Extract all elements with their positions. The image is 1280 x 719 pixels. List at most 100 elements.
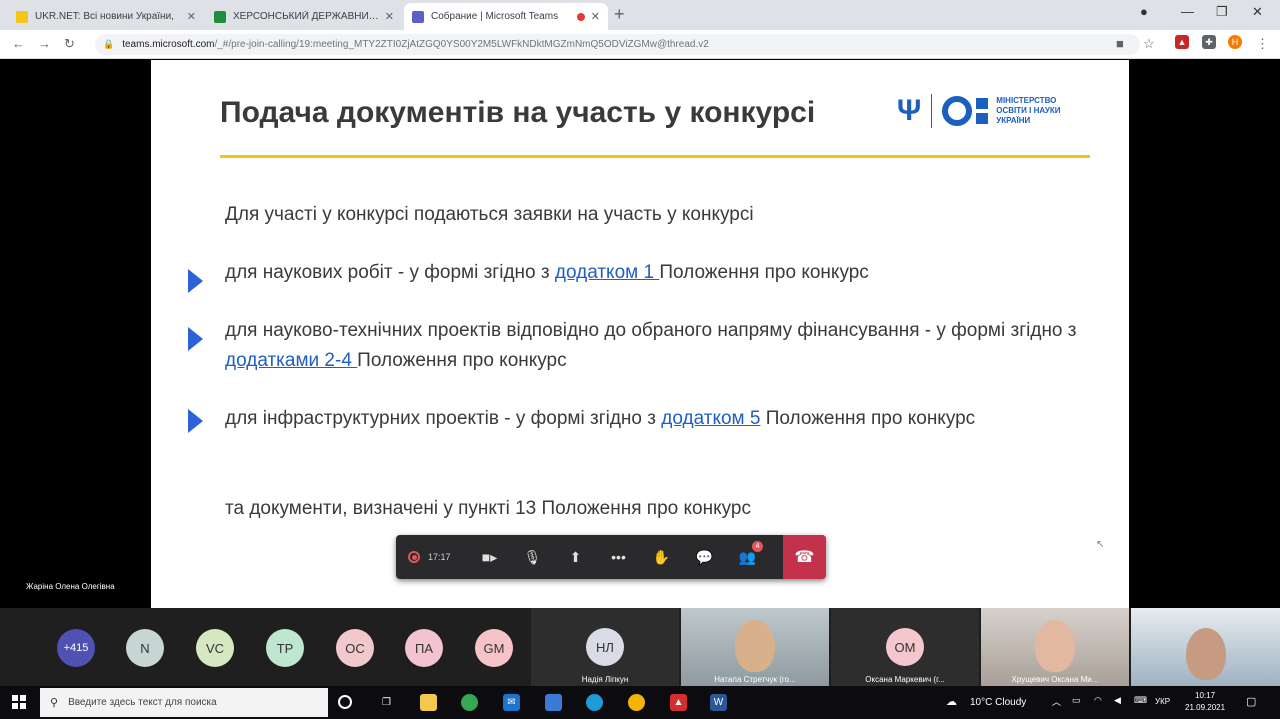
weather-status[interactable]: 10°C Cloudy [970, 697, 1026, 708]
participant-avatar[interactable]: OC [336, 629, 374, 667]
file-explorer-icon[interactable] [420, 694, 437, 711]
meeting-control-bar: 17:17 ■▸ 🎙 ⬆ ••• ✋ 💬 👥 4 ☎ [396, 535, 826, 579]
browser-menu-icon[interactable]: ⋮ [1256, 36, 1269, 52]
forward-arrow-icon[interactable]: → [38, 36, 51, 51]
bookmark-star-icon[interactable]: ☆ [1143, 36, 1155, 52]
maximize-icon[interactable]: ❐ [1216, 4, 1228, 20]
participant-tile[interactable]: НЛ Надія Ліпкун [531, 608, 679, 686]
raise-hand-button[interactable]: ✋ [640, 535, 683, 579]
appendix-1-link[interactable]: додатком 1 [555, 262, 659, 283]
participant-video [735, 620, 775, 672]
tab-microsoft-teams[interactable]: Собрание | Microsoft Teams ✕ [404, 3, 608, 30]
reload-icon[interactable]: ↻ [64, 36, 75, 52]
close-icon[interactable]: ✕ [187, 10, 196, 23]
participants-button[interactable]: 👥 4 [726, 535, 769, 579]
windows-start-icon[interactable] [12, 695, 26, 709]
hand-icon: ✋ [652, 548, 671, 565]
microphone-off-icon: 🎙 [523, 548, 542, 565]
bullet-arrow-icon [188, 269, 203, 293]
camera-button[interactable]: ■▸ [468, 535, 511, 579]
logo-squares-icon [976, 98, 989, 124]
tab-kherson-university[interactable]: ХЕРСОНСЬКИЙ ДЕРЖАВНИЙ А ✕ [206, 3, 402, 30]
edge-icon[interactable] [586, 694, 603, 711]
chat-icon: 💬 [695, 548, 714, 565]
overflow-participants-button[interactable]: +415 [57, 629, 95, 667]
tab-ukrnet[interactable]: UKR.NET: Всі новини України, ✕ [8, 3, 204, 30]
title-underline [220, 155, 1090, 158]
participant-video-tile[interactable]: Хрущевич Оксана Ми... [981, 608, 1129, 686]
participant-video-tile[interactable] [1131, 608, 1280, 686]
search-icon: ⚲ [50, 697, 59, 709]
participant-avatar: OM [886, 628, 924, 666]
participant-video-tile[interactable]: Натала Стретчук (го... [681, 608, 829, 686]
browser-icon[interactable] [628, 694, 645, 711]
share-tray-icon: ⬆ [569, 548, 582, 565]
cortana-icon[interactable] [338, 695, 352, 709]
minimize-icon[interactable]: — [1181, 4, 1194, 19]
network-icon[interactable]: ▭ [1072, 695, 1081, 706]
participant-avatar[interactable]: VC [196, 629, 234, 667]
tray-chevron-icon[interactable]: ︿ [1052, 695, 1061, 708]
appendix-2-4-link[interactable]: додатками 2-4 [225, 350, 357, 371]
pdf-reader-icon[interactable]: ▲ [670, 694, 687, 711]
participant-avatar[interactable]: N [126, 629, 164, 667]
language-indicator[interactable]: УКР [1155, 697, 1170, 706]
logo-text: МІНІСТЕРСТВО ОСВІТИ І НАУКИ УКРАЇНИ [996, 96, 1061, 125]
participant-name: Хрущевич Оксана Ми... [1011, 675, 1099, 684]
more-dots-icon: ••• [611, 549, 626, 565]
profile-avatar[interactable]: Н [1228, 35, 1242, 49]
participant-avatar: НЛ [586, 628, 624, 666]
lock-icon: 🔒 [103, 39, 115, 49]
participant-tile[interactable]: OM Оксана Маркевич (г... [831, 608, 979, 686]
pdf-extension-icon[interactable]: ▲ [1175, 35, 1189, 49]
taskbar-clock[interactable]: 10:17 21.09.2021 [1185, 690, 1225, 714]
trident-icon: Ψ [897, 94, 922, 127]
participant-avatar[interactable]: GM [475, 629, 513, 667]
close-icon[interactable]: ✕ [385, 10, 394, 23]
close-window-icon[interactable]: ✕ [1252, 4, 1263, 20]
bullet-arrow-icon [188, 409, 203, 433]
participants-badge: 4 [752, 541, 763, 552]
more-actions-button[interactable]: ••• [597, 535, 640, 579]
task-view-icon[interactable]: ❐ [378, 694, 395, 711]
participant-video [1185, 628, 1226, 680]
chat-button[interactable]: 💬 [683, 535, 726, 579]
word-icon[interactable]: W [710, 694, 727, 711]
chrome-icon[interactable] [461, 694, 478, 711]
camera-icon: ■▸ [481, 548, 498, 565]
recording-status[interactable]: 17:17 [396, 535, 468, 579]
slide-item-1: для наукових робіт - у формі згідно з до… [225, 262, 869, 283]
slide-item-3: для інфраструктурних проектів - у формі … [225, 408, 976, 429]
camera-indicator-icon[interactable]: ■ [1116, 36, 1124, 51]
participant-avatar[interactable]: TP [266, 629, 304, 667]
url-path: /_#/pre-join-calling/19:meeting_MTY2ZTI0… [214, 39, 709, 50]
participant-avatar[interactable]: ПА [405, 629, 443, 667]
windows-taskbar: ⚲ Введите здесь текст для поиска ❐ ✉ ▲ W… [0, 686, 1280, 719]
address-bar[interactable]: 🔒 teams.microsoft.com/_#/pre-join-callin… [95, 34, 1140, 55]
notification-icon[interactable]: ▢ [1246, 695, 1256, 708]
share-screen-button[interactable]: ⬆ [554, 535, 597, 579]
volume-icon[interactable]: ◀ [1114, 695, 1121, 706]
browser-tab-strip: UKR.NET: Всі новини України, ✕ ХЕРСОНСЬК… [0, 0, 1280, 30]
participant-name: Натала Стретчук (го... [714, 675, 796, 684]
recording-indicator-icon [576, 12, 585, 21]
slide-intro: Для участі у конкурсі подаються заявки н… [225, 204, 754, 225]
new-tab-button[interactable]: + [614, 4, 625, 25]
university-favicon-icon [214, 10, 226, 23]
mute-button[interactable]: 🎙 [511, 535, 554, 579]
close-icon[interactable]: ✕ [591, 10, 600, 23]
taskbar-search-box[interactable]: ⚲ Введите здесь текст для поиска [40, 688, 328, 717]
url-host: teams.microsoft.com [122, 39, 215, 50]
browser-account-icon[interactable]: ● [1140, 4, 1148, 19]
mail-icon[interactable]: ✉ [503, 694, 520, 711]
store-icon[interactable] [545, 694, 562, 711]
browser-toolbar: ← → ↻ 🔒 teams.microsoft.com/_#/pre-join-… [0, 30, 1280, 59]
leave-call-button[interactable]: ☎ [783, 535, 826, 579]
back-arrow-icon[interactable]: ← [12, 36, 25, 51]
input-method-icon[interactable]: ⌨ [1134, 695, 1147, 706]
wifi-icon[interactable]: ◠ [1094, 695, 1102, 706]
extensions-puzzle-icon[interactable]: ✚ [1202, 35, 1216, 49]
weather-cloud-icon[interactable]: ☁ [946, 695, 957, 708]
teams-favicon-icon [412, 10, 424, 23]
appendix-5-link[interactable]: додатком 5 [661, 408, 760, 429]
